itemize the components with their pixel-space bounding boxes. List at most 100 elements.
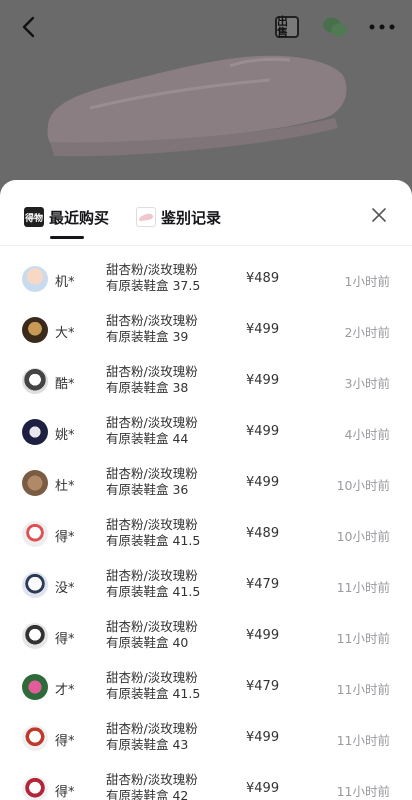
purchase-row: 大* 甜杏粉/淡玫瑰粉 有原装鞋盒 39 ¥499 2小时前 [0, 305, 412, 356]
purchase-time: 11小时前 [336, 682, 390, 697]
purchase-time: 2小时前 [344, 325, 390, 340]
buyer-avatar [22, 317, 48, 343]
product-backdrop: 出售 [0, 0, 412, 200]
back-button[interactable] [14, 12, 44, 42]
product-size: 有原装鞋盒 43 [106, 737, 189, 752]
buyer-name: 得* [55, 530, 75, 545]
product-size: 有原装鞋盒 41.5 [106, 686, 201, 701]
product-spec: 甜杏粉/淡玫瑰粉 有原装鞋盒 41.5 [106, 670, 200, 702]
buyer-name: 得* [55, 734, 75, 749]
product-color: 甜杏粉/淡玫瑰粉 [106, 262, 198, 277]
buyer-avatar [22, 419, 48, 445]
tab-recent-label: 最近购买 [49, 208, 110, 227]
product-size: 有原装鞋盒 39 [106, 329, 189, 344]
product-color: 甜杏粉/淡玫瑰粉 [106, 364, 198, 379]
product-size: 有原装鞋盒 38 [106, 380, 189, 395]
product-size: 有原装鞋盒 40 [106, 635, 189, 650]
tab-authentication-records[interactable]: 鉴别记录 [136, 204, 221, 230]
dewu-logo-icon: 得物 [24, 207, 44, 227]
product-size: 有原装鞋盒 42 [106, 788, 189, 800]
close-button[interactable] [366, 202, 392, 228]
purchase-time: 1小时前 [344, 274, 390, 289]
purchase-time: 11小时前 [336, 733, 390, 748]
product-spec: 甜杏粉/淡玫瑰粉 有原装鞋盒 44 [106, 415, 198, 447]
purchase-row: 才* 甜杏粉/淡玫瑰粉 有原装鞋盒 41.5 ¥479 11小时前 [0, 662, 412, 713]
purchase-row: 得* 甜杏粉/淡玫瑰粉 有原装鞋盒 42 ¥499 11小时前 [0, 764, 412, 800]
purchase-price: ¥499 [246, 322, 280, 337]
product-size: 有原装鞋盒 37.5 [106, 278, 201, 293]
shoe-thumbnail-icon [136, 207, 156, 227]
buyer-avatar [22, 623, 48, 649]
buyer-avatar [22, 266, 48, 292]
buyer-name: 酷* [55, 377, 75, 392]
purchase-price: ¥499 [246, 730, 280, 745]
top-bar: 出售 [0, 0, 412, 54]
purchase-time: 11小时前 [336, 784, 390, 799]
buyer-avatar [22, 725, 48, 751]
purchase-list: 机* 甜杏粉/淡玫瑰粉 有原装鞋盒 37.5 ¥489 1小时前 大* 甜杏粉/… [0, 254, 412, 800]
purchase-row: 得* 甜杏粉/淡玫瑰粉 有原装鞋盒 41.5 ¥489 10小时前 [0, 509, 412, 560]
purchase-time: 4小时前 [344, 427, 390, 442]
product-color: 甜杏粉/淡玫瑰粉 [106, 466, 198, 481]
buyer-avatar [22, 572, 48, 598]
purchase-price: ¥489 [246, 526, 280, 541]
product-size: 有原装鞋盒 44 [106, 431, 189, 446]
product-spec: 甜杏粉/淡玫瑰粉 有原装鞋盒 42 [106, 772, 198, 800]
buyer-name: 大* [55, 326, 75, 341]
purchase-price: ¥499 [246, 424, 280, 439]
purchase-time: 10小时前 [336, 529, 390, 544]
product-spec: 甜杏粉/淡玫瑰粉 有原装鞋盒 41.5 [106, 568, 200, 600]
tab-authentication-label: 鉴别记录 [161, 208, 222, 227]
sheet-tabs: 得物 最近购买 鉴别记录 [0, 180, 412, 246]
purchase-time: 11小时前 [336, 631, 390, 646]
purchase-time: 10小时前 [336, 478, 390, 493]
purchase-price: ¥499 [246, 781, 280, 796]
product-size: 有原装鞋盒 41.5 [106, 533, 201, 548]
back-icon [22, 16, 35, 38]
product-spec: 甜杏粉/淡玫瑰粉 有原装鞋盒 36 [106, 466, 198, 498]
purchase-row: 酷* 甜杏粉/淡玫瑰粉 有原装鞋盒 38 ¥499 3小时前 [0, 356, 412, 407]
more-button[interactable] [366, 12, 398, 42]
product-color: 甜杏粉/淡玫瑰粉 [106, 313, 198, 328]
purchase-row: 机* 甜杏粉/淡玫瑰粉 有原装鞋盒 37.5 ¥489 1小时前 [0, 254, 412, 305]
purchase-row: 姚* 甜杏粉/淡玫瑰粉 有原装鞋盒 44 ¥499 4小时前 [0, 407, 412, 458]
purchase-history-sheet: 得物 最近购买 鉴别记录 机* 甜杏粉/淡玫瑰粉 有原装鞋盒 37.5 ¥489… [0, 180, 412, 800]
product-spec: 甜杏粉/淡玫瑰粉 有原装鞋盒 37.5 [106, 262, 200, 294]
product-color: 甜杏粉/淡玫瑰粉 [106, 517, 198, 532]
buyer-name: 得* [55, 632, 75, 647]
buyer-avatar [22, 470, 48, 496]
product-spec: 甜杏粉/淡玫瑰粉 有原装鞋盒 38 [106, 364, 198, 396]
purchase-price: ¥479 [246, 679, 280, 694]
buyer-avatar [22, 674, 48, 700]
product-color: 甜杏粉/淡玫瑰粉 [106, 568, 198, 583]
close-icon [372, 208, 386, 222]
buyer-name: 没* [55, 581, 75, 596]
product-color: 甜杏粉/淡玫瑰粉 [106, 772, 198, 787]
tab-recent-purchases[interactable]: 得物 最近购买 [24, 204, 109, 230]
buyer-name: 才* [55, 683, 75, 698]
product-color: 甜杏粉/淡玫瑰粉 [106, 415, 198, 430]
buyer-avatar [22, 368, 48, 394]
purchase-row: 没* 甜杏粉/淡玫瑰粉 有原装鞋盒 41.5 ¥479 11小时前 [0, 560, 412, 611]
product-spec: 甜杏粉/淡玫瑰粉 有原装鞋盒 43 [106, 721, 198, 753]
purchase-time: 3小时前 [344, 376, 390, 391]
buyer-name: 机* [55, 275, 75, 290]
purchase-row: 得* 甜杏粉/淡玫瑰粉 有原装鞋盒 43 ¥499 11小时前 [0, 713, 412, 764]
wechat-share-button[interactable] [320, 12, 350, 42]
product-spec: 甜杏粉/淡玫瑰粉 有原装鞋盒 39 [106, 313, 198, 345]
product-spec: 甜杏粉/淡玫瑰粉 有原装鞋盒 40 [106, 619, 198, 651]
purchase-price: ¥479 [246, 577, 280, 592]
product-size: 有原装鞋盒 36 [106, 482, 189, 497]
wechat-icon [323, 17, 347, 37]
purchase-price: ¥499 [246, 373, 280, 388]
product-size: 有原装鞋盒 41.5 [106, 584, 201, 599]
sell-button[interactable]: 出售 [272, 12, 302, 42]
product-color: 甜杏粉/淡玫瑰粉 [106, 619, 198, 634]
product-spec: 甜杏粉/淡玫瑰粉 有原装鞋盒 41.5 [106, 517, 200, 549]
purchase-row: 得* 甜杏粉/淡玫瑰粉 有原装鞋盒 40 ¥499 11小时前 [0, 611, 412, 662]
buyer-avatar [22, 776, 48, 800]
buyer-name: 得* [55, 785, 75, 800]
buyer-avatar [22, 521, 48, 547]
product-color: 甜杏粉/淡玫瑰粉 [106, 670, 198, 685]
buyer-name: 姚* [55, 428, 75, 443]
